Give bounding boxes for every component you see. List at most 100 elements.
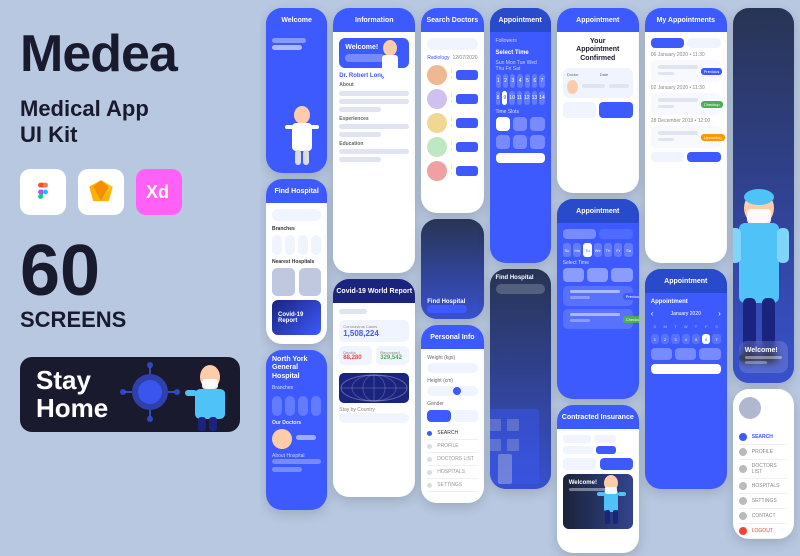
appt-list-name-3 [658, 131, 698, 135]
sidebar-profile[interactable]: PROFILE [739, 445, 788, 460]
upcoming-tab[interactable] [651, 38, 685, 48]
menu-settings[interactable]: SETTINGS [427, 479, 477, 492]
explore-btn[interactable] [427, 305, 467, 313]
find-search[interactable] [496, 284, 545, 294]
menu-search[interactable]: SEARCH [427, 427, 477, 440]
upcoming-past-toggle [651, 38, 721, 48]
doctor-info-1 [296, 435, 321, 443]
slot-b[interactable] [587, 268, 608, 282]
day-1[interactable]: 1 [496, 74, 501, 88]
reschedule-btn[interactable] [687, 152, 721, 162]
welcome-card-phone7: Welcome! [739, 341, 788, 373]
day-14[interactable]: 14 [539, 91, 545, 105]
slot-3[interactable] [530, 117, 544, 131]
phone-header-2: Find Hospital [266, 179, 327, 203]
filter-btn[interactable] [563, 458, 596, 470]
day-12[interactable]: 12 [524, 91, 530, 105]
branches-label: Branches [272, 226, 321, 232]
gender-female[interactable] [454, 410, 478, 422]
sidebar-settings-menu[interactable]: SETTINGS [739, 494, 788, 509]
doctor-avatar-e [427, 161, 447, 181]
select-btn-b[interactable] [456, 94, 478, 104]
select-btn-c[interactable] [456, 118, 478, 128]
confirm-appointment-btn[interactable] [651, 364, 721, 374]
past-tab[interactable] [687, 38, 721, 48]
slot-4[interactable] [496, 135, 510, 149]
time-s3[interactable] [699, 348, 720, 360]
find-hospital-title: Find Hospital [496, 275, 545, 281]
mini-day-6[interactable]: Fr [614, 243, 622, 257]
mini-day-7[interactable]: Sa [624, 243, 632, 257]
contact-btn[interactable] [651, 152, 685, 162]
cal-d3[interactable]: 3 [671, 334, 679, 344]
sidebar-hospitals-menu[interactable]: HOSPITALS [739, 479, 788, 494]
find-hospital-overlay-2: Find Hospital [496, 275, 545, 299]
mini-day-1[interactable]: Su [563, 243, 571, 257]
stay-home-banner: Stay Home [20, 357, 240, 432]
appointment-btn[interactable] [272, 55, 321, 65]
day-7[interactable]: 7 [539, 74, 544, 88]
select-btn-a[interactable] [456, 70, 478, 80]
slot-6[interactable] [530, 135, 544, 149]
slot-2[interactable] [513, 117, 527, 131]
sidebar-search[interactable]: SEARCH [739, 430, 788, 445]
day-13[interactable]: 13 [532, 91, 538, 105]
day-9-active[interactable]: 9 [502, 91, 507, 105]
height-slider[interactable] [427, 386, 477, 396]
menu-hospitals[interactable]: HOSPITALS [427, 466, 477, 479]
month-nav: ‹ January 2020 › [651, 309, 721, 318]
menu-dot-3 [427, 457, 432, 462]
time-s2[interactable] [675, 348, 696, 360]
search-specialty[interactable] [427, 38, 477, 50]
figma-icon[interactable] [20, 169, 66, 215]
toggle-upcoming[interactable] [563, 229, 597, 239]
surgeon-photo-card: Welcome! [563, 474, 633, 529]
cal-d2[interactable]: 2 [661, 334, 669, 344]
select-btn-d[interactable] [456, 142, 478, 152]
cal-d7[interactable]: 7 [712, 334, 720, 344]
sidebar-logout[interactable]: LOGOUT [739, 524, 788, 539]
weight-input[interactable] [427, 363, 477, 373]
menu-doctors[interactable]: DOCTORS LIST [427, 453, 477, 466]
cal-d4[interactable]: 4 [682, 334, 690, 344]
day-10[interactable]: 10 [509, 91, 515, 105]
toggle-past[interactable] [599, 229, 633, 239]
mini-day-3-active[interactable]: Tu [583, 243, 591, 257]
search-bar[interactable] [272, 209, 321, 221]
day-11[interactable]: 11 [517, 91, 522, 105]
day-2[interactable]: 2 [503, 74, 508, 88]
time-s1[interactable] [651, 348, 672, 360]
menu-profile[interactable]: PROFILE [427, 440, 477, 453]
make-appointment-btn[interactable] [496, 153, 545, 163]
apply-btn[interactable] [600, 458, 633, 470]
hospital-subtitle: Branches [272, 385, 321, 391]
phone-radiology: Search Doctors Radiology 12/07/2020 [421, 8, 483, 213]
day-8[interactable]: 8 [496, 91, 501, 105]
slot-a[interactable] [563, 268, 584, 282]
day-4[interactable]: 4 [517, 74, 522, 88]
day-5[interactable]: 5 [525, 74, 530, 88]
next-month-btn[interactable]: › [718, 309, 721, 318]
calendar-row-1: 1 2 3 4 5 6 7 [496, 74, 545, 88]
slot-c[interactable] [611, 268, 632, 282]
day-6[interactable]: 6 [532, 74, 537, 88]
cal-d6-active[interactable]: 6 [702, 334, 710, 344]
xd-icon[interactable]: Xd [136, 169, 182, 215]
mini-day-2[interactable]: Mo [573, 243, 581, 257]
phone-content-insurance: Welcome! [557, 429, 639, 553]
sidebar-doctorslist[interactable]: DOCTORS LIST [739, 460, 788, 479]
cal-d1[interactable]: 1 [651, 334, 659, 344]
menu-dot [427, 431, 432, 436]
cal-d5[interactable]: 5 [692, 334, 700, 344]
appt-name-1 [570, 290, 620, 293]
sidebar-contact[interactable]: CONTACT [739, 509, 788, 524]
country-search[interactable] [339, 413, 409, 423]
mini-day-4[interactable]: We [594, 243, 602, 257]
day-3[interactable]: 3 [510, 74, 515, 88]
mini-day-5[interactable]: Th [604, 243, 612, 257]
select-btn-e[interactable] [456, 166, 478, 176]
slot-1[interactable] [496, 117, 510, 131]
sketch-icon[interactable] [78, 169, 124, 215]
slot-5[interactable] [513, 135, 527, 149]
gender-male[interactable] [427, 410, 451, 422]
